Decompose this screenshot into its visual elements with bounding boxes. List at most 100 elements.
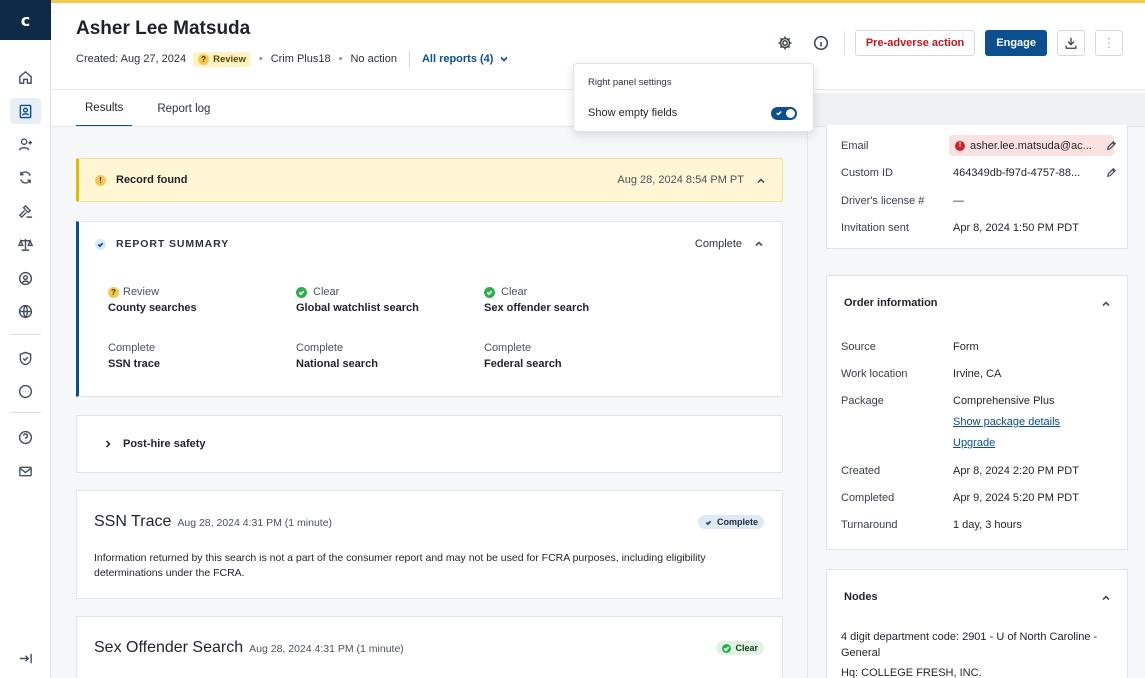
- nav-help[interactable]: [10, 424, 41, 450]
- panel-settings-button[interactable]: [772, 30, 798, 56]
- contact-card-icon: [19, 104, 32, 118]
- source-label: Source: [841, 341, 876, 353]
- summary-item-national[interactable]: Complete National search: [296, 342, 476, 370]
- post-hire-safety-section[interactable]: Post-hire safety: [76, 415, 783, 473]
- question-icon: ?: [198, 53, 210, 65]
- record-found-alert[interactable]: ! Record found Aug 28, 2024 8:54 PM PT: [76, 158, 783, 202]
- sex-offender-card: Sex Offender Search Aug 28, 2024 4:31 PM…: [76, 616, 783, 678]
- right-panel-toolbar: [808, 93, 1145, 127]
- summary-item-status: Review: [123, 286, 160, 298]
- summary-item-county[interactable]: ? Review County searches: [108, 286, 288, 314]
- more-options-button[interactable]: [1095, 30, 1123, 56]
- report-summary-status-label: Complete: [694, 238, 742, 250]
- nav-account[interactable]: [10, 265, 41, 291]
- summary-item-status: Clear: [501, 286, 528, 298]
- summary-item-status: Complete: [108, 342, 156, 354]
- edit-email-icon[interactable]: [1106, 140, 1117, 151]
- left-nav-rail: c: [0, 0, 51, 678]
- nav-more[interactable]: [10, 378, 41, 404]
- engage-button[interactable]: Engage: [985, 30, 1047, 56]
- show-empty-fields-toggle[interactable]: [771, 107, 797, 120]
- nav-trust[interactable]: [10, 345, 41, 371]
- gear-icon: [778, 36, 792, 50]
- upgrade-link[interactable]: Upgrade: [953, 437, 995, 449]
- email-label: Email: [841, 140, 869, 152]
- completed-value: Apr 9, 2024 5:20 PM PDT: [953, 492, 1079, 504]
- card-time: Aug 28, 2024 4:31 PM (1 minute): [177, 517, 333, 529]
- nav-collapse[interactable]: [10, 645, 41, 671]
- header-divider: [843, 31, 845, 55]
- tab-report-log[interactable]: Report log: [148, 91, 219, 127]
- more-circle-icon: [18, 384, 33, 398]
- refresh-icon: [20, 170, 31, 184]
- summary-item-name: Sex offender search: [484, 302, 590, 314]
- header-actions: Pre-adverse action Engage: [772, 30, 1123, 56]
- info-button[interactable]: [808, 30, 834, 56]
- meta-dot: •: [258, 53, 263, 65]
- card-disclaimer: Information returned by this search is n…: [94, 552, 706, 579]
- alert-label: Record found: [116, 174, 188, 186]
- node-line: General: [841, 647, 881, 659]
- meta-divider: [408, 51, 410, 67]
- app-logo[interactable]: c: [0, 0, 51, 40]
- tab-results[interactable]: Results: [76, 91, 133, 127]
- status-badge-label: Complete: [716, 517, 758, 527]
- report-summary-status[interactable]: Complete: [695, 238, 764, 250]
- card-title: Sex Offender Search: [94, 639, 244, 656]
- summary-item-status: Complete: [484, 342, 532, 354]
- chevron-up-icon[interactable]: [756, 175, 766, 185]
- card-time: Aug 28, 2024 4:31 PM (1 minute): [249, 643, 404, 655]
- email-field[interactable]: ! asher.lee.matsuda@ac...: [949, 135, 1114, 156]
- help-icon: [18, 430, 33, 444]
- pre-adverse-action-button[interactable]: Pre-adverse action: [854, 30, 976, 56]
- candidate-info-card: Email ! asher.lee.matsuda@ac... Custom I…: [826, 125, 1128, 249]
- chevron-up-icon[interactable]: [1101, 298, 1111, 312]
- meta-dot: •: [338, 53, 343, 65]
- scales-icon: [18, 238, 33, 251]
- summary-item-name: Federal search: [484, 358, 562, 370]
- results-content: ! Record found Aug 28, 2024 8:54 PM PT R…: [51, 127, 808, 678]
- warning-icon: !: [95, 174, 106, 186]
- completed-label: Completed: [841, 492, 895, 504]
- license-value: —: [953, 195, 964, 207]
- package-label: Package: [841, 395, 884, 407]
- show-empty-fields-label: Show empty fields: [588, 107, 678, 119]
- nav-continuous[interactable]: [10, 164, 41, 190]
- nav-invite[interactable]: [10, 131, 41, 157]
- summary-item-ssn[interactable]: Complete SSN trace: [108, 342, 288, 370]
- status-badge: Complete: [697, 515, 764, 529]
- collapse-arrow-icon: [19, 653, 32, 663]
- turnaround-value: 1 day, 3 hours: [953, 519, 1022, 531]
- question-icon: ?: [108, 286, 119, 298]
- invitation-value: Apr 8, 2024 1:50 PM PDT: [953, 222, 1079, 234]
- right-panel: Email ! asher.lee.matsuda@ac... Custom I…: [808, 125, 1145, 678]
- all-reports-label: All reports (4): [421, 53, 494, 65]
- gavel-icon: [18, 204, 33, 218]
- nav-adjudication[interactable]: [10, 198, 41, 224]
- kebab-menu-icon: [1108, 38, 1110, 48]
- nav-global[interactable]: [10, 298, 41, 324]
- nav-home[interactable]: [10, 64, 41, 90]
- summary-item-federal[interactable]: Complete Federal search: [484, 342, 664, 370]
- error-icon: !: [955, 140, 965, 151]
- node-line: Hq: COLLEGE FRESH, INC.: [841, 667, 982, 678]
- all-reports-dropdown[interactable]: All reports (4): [422, 53, 510, 65]
- check-circle-icon: [484, 286, 495, 298]
- nav-candidates[interactable]: [10, 98, 41, 124]
- nav-compliance[interactable]: [10, 231, 41, 257]
- show-package-details-link[interactable]: Show package details: [953, 416, 1060, 428]
- order-information-title: Order information: [844, 297, 938, 309]
- globe-icon: [18, 304, 33, 318]
- download-button[interactable]: [1057, 30, 1085, 56]
- chevron-up-icon[interactable]: [1101, 592, 1111, 606]
- nodes-title: Nodes: [844, 591, 878, 603]
- summary-item-name: National search: [296, 358, 378, 370]
- nodes-card: Nodes 4 digit department code: 2901 - U …: [826, 569, 1128, 678]
- card-title: SSN Trace: [94, 513, 172, 530]
- summary-item-sex-offender[interactable]: Clear Sex offender search: [484, 286, 664, 314]
- summary-item-global-watchlist[interactable]: Clear Global watchlist search: [296, 286, 476, 314]
- nav-divider: [10, 412, 41, 413]
- candidate-name: Asher Lee Matsuda: [76, 18, 251, 39]
- nav-messages[interactable]: [10, 458, 41, 484]
- edit-custom-id-icon[interactable]: [1106, 167, 1117, 178]
